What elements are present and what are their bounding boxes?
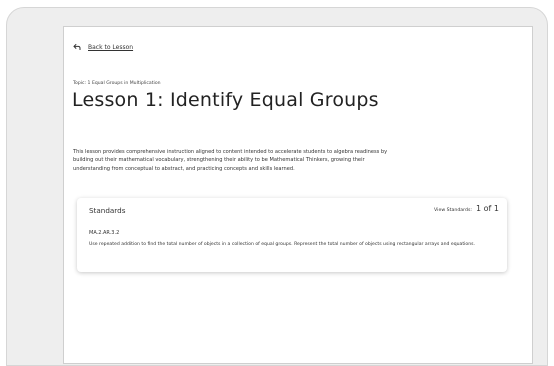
standards-heading: Standards — [89, 206, 126, 215]
standard-description: Use repeated addition to find the total … — [89, 242, 475, 247]
back-to-lesson-label: Back to Lesson — [88, 43, 134, 51]
lesson-screen: Back to Lesson Topic: 1 Equal Groups in … — [63, 26, 533, 364]
view-standards-control[interactable]: View Standards: 1 of 1 — [434, 204, 499, 213]
page-title: Lesson 1: Identify Equal Groups — [72, 89, 379, 111]
view-standards-count: 1 of 1 — [476, 204, 499, 213]
tablet-frame: Back to Lesson Topic: 1 Equal Groups in … — [6, 7, 548, 366]
back-arrow-icon — [73, 43, 81, 51]
standard-code: MA.2.AR.3.2 — [89, 230, 120, 236]
topic-label: Topic: 1 Equal Groups in Multiplication — [73, 81, 161, 86]
lesson-description: This lesson provides comprehensive instr… — [73, 149, 388, 172]
back-to-lesson-link[interactable]: Back to Lesson — [73, 43, 133, 51]
view-standards-label: View Standards: — [434, 208, 473, 213]
standards-card: Standards View Standards: 1 of 1 MA.2.AR… — [77, 198, 507, 272]
